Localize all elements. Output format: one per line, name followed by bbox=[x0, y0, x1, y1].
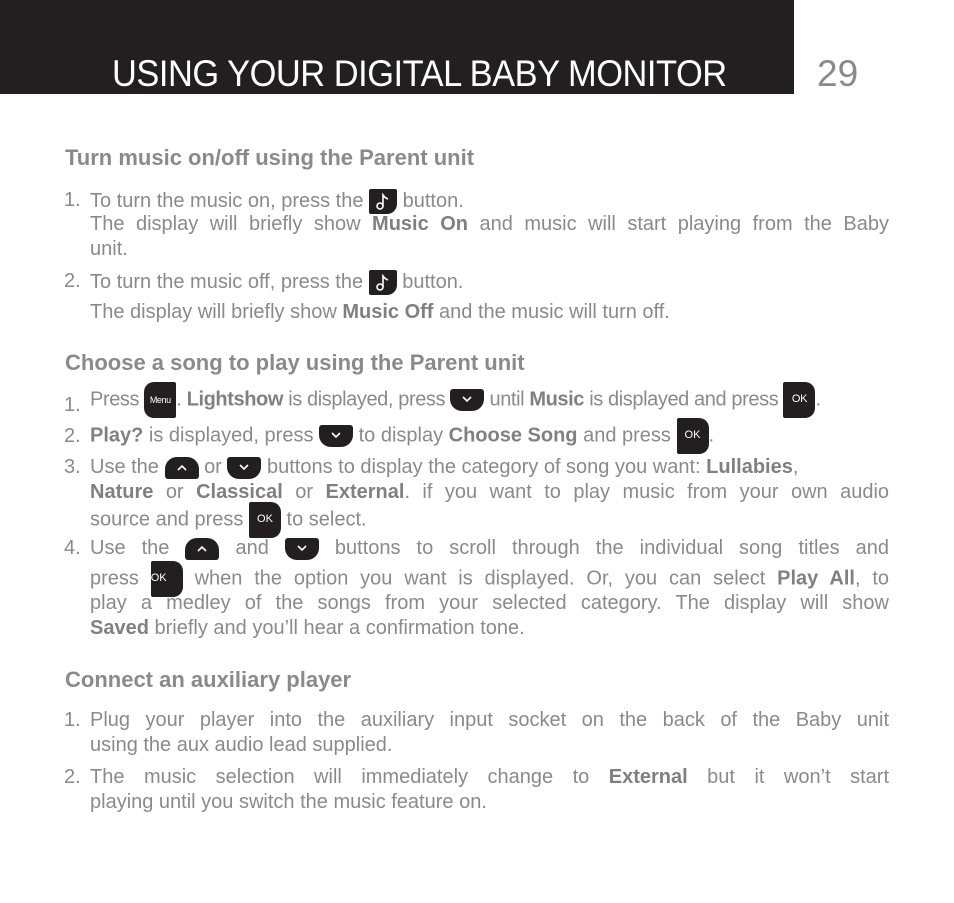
bold-text: Music bbox=[529, 388, 585, 411]
text: is displayed and press bbox=[589, 388, 779, 411]
section-title-music-onoff: Turn music on/off using the Parent unit bbox=[65, 145, 475, 170]
bold-text: Music Off bbox=[342, 301, 434, 323]
text: buttons to scroll through the individual… bbox=[334, 537, 889, 559]
step-text: Plug your player into the auxiliary inpu… bbox=[90, 709, 889, 731]
step-text: Use the or buttons to display the catego… bbox=[90, 456, 798, 479]
text: . bbox=[708, 424, 715, 447]
step-text: The display will briefly show Music On a… bbox=[90, 213, 889, 236]
down-arrow-button-icon bbox=[284, 537, 319, 560]
text: and music will start playing from the Ba… bbox=[479, 213, 889, 235]
step-number: 1. bbox=[64, 394, 81, 416]
step-text: The music selection will immediately cha… bbox=[90, 766, 889, 789]
text: is displayed, press bbox=[148, 424, 314, 447]
text: Press bbox=[90, 388, 140, 411]
text: and the music will turn off. bbox=[439, 301, 670, 323]
step-number: 2. bbox=[64, 270, 81, 292]
bold-text: External bbox=[608, 766, 688, 788]
ok-button-icon: OK bbox=[248, 502, 281, 538]
text: The display will briefly show bbox=[90, 301, 337, 323]
step-text: To turn the music off, press the button. bbox=[90, 270, 463, 295]
text: briefly and you’ll hear a confirmation t… bbox=[154, 617, 525, 639]
page-title: USING YOUR DIGITAL BABY MONITOR bbox=[112, 53, 727, 94]
text: , to bbox=[854, 567, 890, 590]
text: Use the bbox=[90, 456, 159, 478]
step-text: The display will briefly show Music Off … bbox=[90, 301, 670, 324]
text: or bbox=[295, 481, 314, 503]
step-text: using the aux audio lead supplied. bbox=[90, 734, 393, 756]
page-number: 29 bbox=[817, 53, 859, 94]
step-number: 1. bbox=[64, 189, 81, 211]
step-text: Saved briefly and you’ll hear a confirma… bbox=[90, 617, 525, 640]
text: To turn the music off, press the bbox=[90, 270, 364, 293]
up-arrow-button-icon bbox=[164, 456, 199, 479]
text: To turn the music on, press the bbox=[90, 189, 364, 212]
text: , bbox=[792, 456, 799, 478]
bold-text: Classical bbox=[196, 481, 283, 503]
ok-button-icon: OK bbox=[783, 382, 816, 418]
step-text: Nature or Classical or External. if you … bbox=[90, 481, 889, 504]
text: is displayed, press bbox=[288, 388, 446, 411]
step-text: source and press OK to select. bbox=[90, 502, 367, 538]
bold-text: Lullabies bbox=[706, 456, 793, 478]
bold-text: Play? bbox=[90, 424, 144, 447]
text: . bbox=[176, 388, 182, 411]
section-title-choose-song: Choose a song to play using the Parent u… bbox=[65, 350, 525, 375]
down-arrow-button-icon bbox=[227, 456, 262, 479]
step-text: Play? is displayed, press to display Cho… bbox=[90, 418, 714, 454]
ok-button-icon: OK bbox=[676, 418, 709, 454]
step-text: Use the and buttons to scroll through th… bbox=[90, 537, 889, 560]
text: button. bbox=[402, 189, 464, 212]
bold-text: Nature bbox=[90, 481, 154, 503]
text: Use the bbox=[90, 537, 170, 559]
text: but it won’t start bbox=[707, 766, 889, 788]
step-number: 2. bbox=[64, 425, 81, 447]
text: to display bbox=[358, 424, 444, 447]
text: buttons to display the category of song … bbox=[266, 456, 701, 478]
down-arrow-button-icon bbox=[450, 389, 485, 411]
step-number: 4. bbox=[64, 537, 81, 559]
text: and bbox=[235, 537, 269, 559]
text: The music selection will immediately cha… bbox=[90, 766, 590, 788]
section-title-aux-player: Connect an auxiliary player bbox=[65, 667, 352, 692]
text: . if you want to play music from your ow… bbox=[404, 481, 890, 503]
text: The display will briefly show bbox=[90, 213, 361, 235]
text: . bbox=[815, 388, 821, 411]
bold-text: Choose Song bbox=[448, 424, 578, 447]
bold-text: Lightshow bbox=[186, 388, 284, 411]
music-note-icon bbox=[368, 270, 397, 295]
music-note-icon bbox=[369, 189, 398, 214]
step-text: playing until you switch the music featu… bbox=[90, 791, 487, 813]
text: to select. bbox=[286, 508, 367, 531]
text: until bbox=[489, 388, 525, 411]
step-text: Press Menu. Lightshow is displayed, pres… bbox=[90, 382, 821, 418]
bold-text: Saved bbox=[90, 617, 149, 639]
text: or bbox=[165, 481, 184, 503]
bold-text: Play All bbox=[777, 567, 855, 590]
step-number: 1. bbox=[64, 709, 81, 731]
bold-text: Music On bbox=[372, 213, 468, 235]
text: press bbox=[90, 567, 139, 590]
text: source and press bbox=[90, 508, 244, 531]
text: when the option you want is displayed. O… bbox=[194, 567, 766, 590]
up-arrow-button-icon bbox=[185, 537, 220, 560]
text: and press bbox=[583, 424, 671, 447]
step-text: To turn the music on, press the button. bbox=[90, 189, 464, 214]
menu-button-icon: Menu bbox=[144, 382, 177, 418]
text: button. bbox=[402, 270, 464, 293]
step-text: unit. bbox=[90, 238, 128, 260]
text: or bbox=[204, 456, 222, 478]
step-number: 2. bbox=[64, 766, 81, 788]
bold-text: External bbox=[325, 481, 405, 503]
down-arrow-button-icon bbox=[319, 425, 354, 447]
step-text: play a medley of the songs from your sel… bbox=[90, 592, 889, 614]
step-number: 3. bbox=[64, 456, 81, 478]
